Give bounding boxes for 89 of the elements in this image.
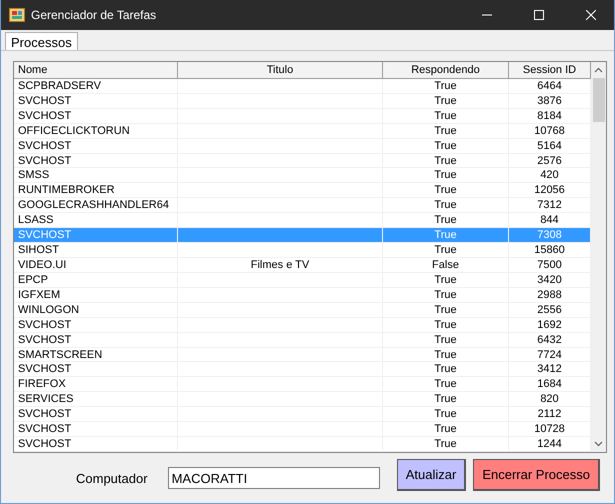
table-row[interactable]: SVCHOST True 1692 <box>14 318 591 333</box>
scrollbar[interactable] <box>591 62 606 452</box>
table-cell: True <box>383 332 509 348</box>
table-cell: True <box>383 154 509 168</box>
table-cell: True <box>383 318 509 333</box>
column-header[interactable]: Titulo <box>178 62 383 78</box>
table-cell: SVCHOST <box>14 154 178 168</box>
table-cell: True <box>383 407 509 422</box>
table-cell: True <box>383 377 509 392</box>
scroll-up-icon[interactable] <box>594 67 603 73</box>
table-row[interactable]: EPCP True 3420 <box>14 272 591 288</box>
table-row[interactable]: SMARTSCREEN True 7724 <box>14 348 591 362</box>
end-process-button[interactable]: Encerrar Processo <box>473 459 600 491</box>
table-cell: OFFICECLICKTORUN <box>14 124 178 139</box>
table-cell: RUNTIMEBROKER <box>14 183 178 198</box>
maximize-icon[interactable] <box>534 10 544 20</box>
table-cell: GOOGLECRASHHANDLER64 <box>14 198 178 214</box>
table-row[interactable]: SVCHOST True 3412 <box>14 362 591 378</box>
table-cell: True <box>383 94 509 109</box>
table-row[interactable]: RUNTIMEBROKER True 12056 <box>14 183 591 198</box>
table-cell: SVCHOST <box>14 108 178 124</box>
table-cell: True <box>383 422 509 438</box>
column-header[interactable]: Respondendo <box>383 62 509 78</box>
table-cell: True <box>383 392 509 408</box>
table-cell: False <box>383 258 509 273</box>
table-cell: True <box>383 302 509 318</box>
table-row[interactable]: VIDEO.UI Filmes e TV False 7500 <box>14 258 591 273</box>
table-cell: SVCHOST <box>14 228 178 244</box>
table-cell: SMSS <box>14 168 178 184</box>
table-cell: VIDEO.UI <box>14 258 178 273</box>
table-row[interactable]: SVCHOST True 5164 <box>14 138 591 154</box>
table-cell: SVCHOST <box>14 362 178 378</box>
computer-label: Computador <box>76 470 149 486</box>
refresh-button[interactable]: Atualizar <box>396 459 466 491</box>
column-header[interactable]: Session ID <box>509 62 591 78</box>
tab[interactable]: Processos <box>5 32 78 50</box>
table-row[interactable]: SVCHOST True 6432 <box>14 332 591 348</box>
table-cell: EPCP <box>14 272 178 288</box>
table-cell: True <box>383 228 509 244</box>
table-row[interactable]: GOOGLECRASHHANDLER64 True 7312 <box>14 198 591 214</box>
table-cell: True <box>383 437 509 452</box>
table-row[interactable]: SMSS True 420 <box>14 168 591 184</box>
app-icon <box>9 8 25 22</box>
table-cell: True <box>383 288 509 303</box>
table-cell: SIHOST <box>14 243 178 258</box>
table-cell: True <box>383 138 509 154</box>
table-cell: SVCHOST <box>14 437 178 452</box>
table-cell: Filmes e TV <box>178 258 383 273</box>
table-cell: SERVICES <box>14 392 178 408</box>
table-cell: SVCHOST <box>14 138 178 154</box>
table-row[interactable]: OFFICECLICKTORUN True 10768 <box>14 124 591 139</box>
table-row[interactable]: SVCHOST True 1244 <box>14 437 591 452</box>
table-cell: True <box>383 108 509 124</box>
window-title: Gerenciador de Tarefas <box>31 8 158 22</box>
table-cell: SMARTSCREEN <box>14 348 178 362</box>
table-cell: True <box>383 168 509 184</box>
table-row[interactable]: SCPBRADSERV True 6464 <box>14 78 591 94</box>
table-cell: FIREFOX <box>14 377 178 392</box>
table-row[interactable]: WINLOGON True 2556 <box>14 302 591 318</box>
table-cell: True <box>383 243 509 258</box>
table-cell: True <box>383 183 509 198</box>
table-row[interactable]: IGFXEM True 2988 <box>14 288 591 303</box>
table-cell: True <box>383 272 509 288</box>
table-cell: True <box>383 78 509 94</box>
table-cell: SVCHOST <box>14 94 178 109</box>
table-cell: SVCHOST <box>14 422 178 438</box>
table-row[interactable]: SVCHOST True 2112 <box>14 407 591 422</box>
table-cell: IGFXEM <box>14 288 178 303</box>
table-row[interactable]: SVCHOST True 8184 <box>14 108 591 124</box>
table-cell: SVCHOST <box>14 332 178 348</box>
close-icon[interactable] <box>586 10 596 20</box>
table-row[interactable]: SVCHOST True 10728 <box>14 422 591 438</box>
scroll-thumb[interactable] <box>592 78 604 122</box>
table-cell: True <box>383 198 509 214</box>
table-row[interactable]: SIHOST True 15860 <box>14 243 591 258</box>
table-cell: SVCHOST <box>14 318 178 333</box>
table-row[interactable]: SVCHOST True 2576 <box>14 154 591 168</box>
table-cell: WINLOGON <box>14 302 178 318</box>
table-cell: True <box>383 362 509 378</box>
table-cell: True <box>383 124 509 139</box>
column-header[interactable]: Nome <box>14 62 178 78</box>
table-cell: SVCHOST <box>14 407 178 422</box>
scroll-down-icon[interactable] <box>594 441 603 447</box>
table-cell: SCPBRADSERV <box>14 78 178 94</box>
table-row[interactable]: SERVICES True 820 <box>14 392 591 408</box>
computer-field[interactable]: MACORATTI <box>168 467 380 489</box>
table-row[interactable]: SVCHOST True 3876 <box>14 94 591 109</box>
table-cell: True <box>383 348 509 362</box>
table-row[interactable]: FIREFOX True 1684 <box>14 377 591 392</box>
